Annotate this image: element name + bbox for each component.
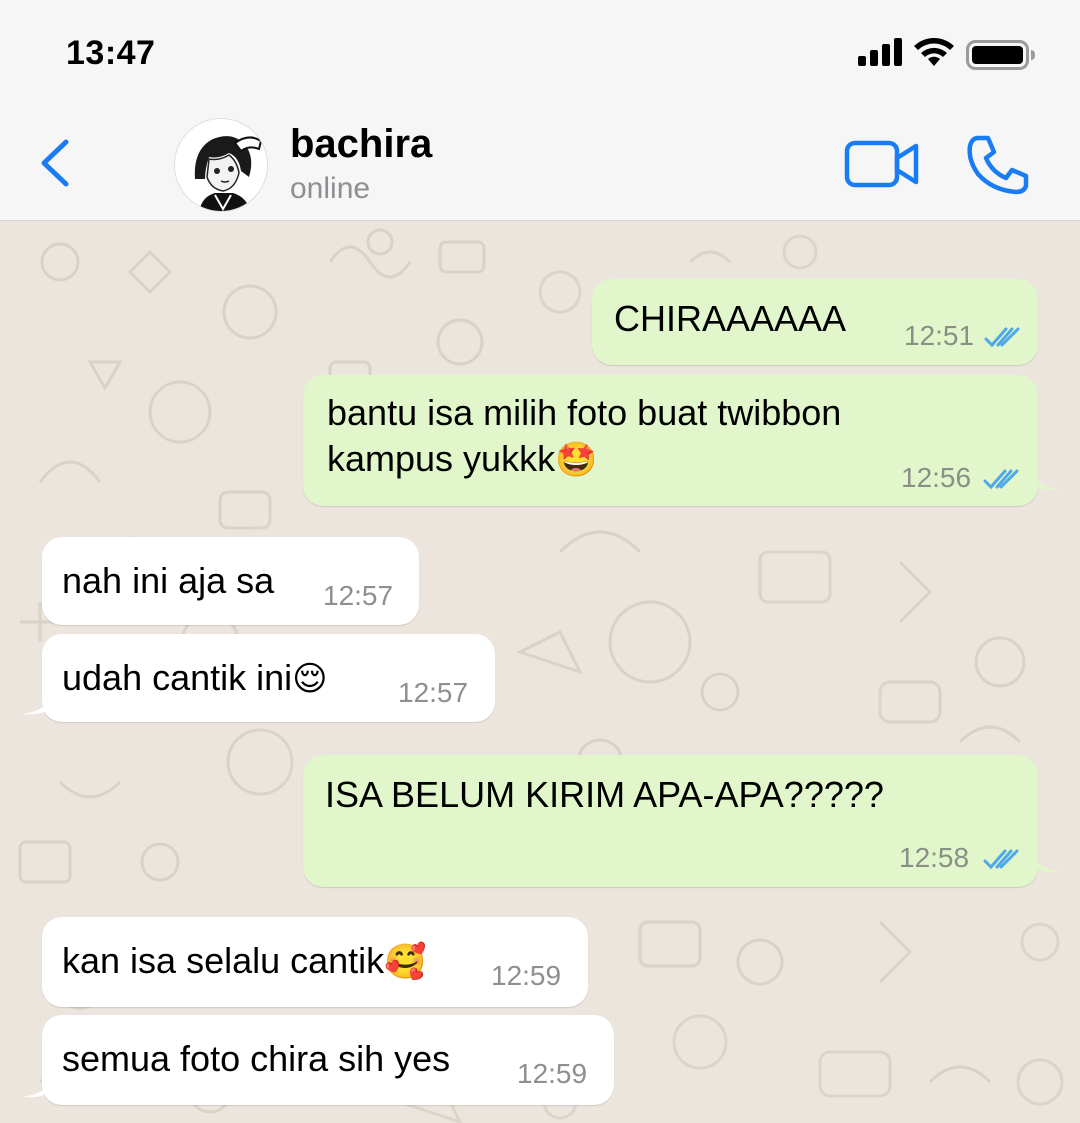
voice-call-icon[interactable] (966, 134, 1030, 196)
avatar-illustration (175, 119, 267, 211)
battery-icon (966, 40, 1035, 70)
wifi-icon (914, 38, 954, 66)
relieved-face-emoji: 😌 (292, 660, 328, 698)
smiling-face-with-hearts-emoji: 🥰 (384, 943, 427, 981)
message-text: CHIRAAAAAA (614, 298, 847, 339)
bubble-tail (22, 688, 56, 715)
outgoing-message[interactable]: ISA BELUM KIRIM APA-APA????? 12:58 (303, 755, 1038, 887)
message-text-content: kan isa selalu cantik (62, 940, 385, 981)
read-ticks-icon (984, 327, 1020, 348)
message-time: 12:58 (899, 842, 970, 873)
cellular-signal-icon (858, 38, 902, 66)
status-bar: 13:47 (0, 0, 1080, 100)
incoming-message[interactable]: kan isa selalu cantik🥰 12:59 (42, 917, 588, 1007)
message-text: udah cantik ini😌 (62, 654, 328, 702)
bubble-tail (1028, 846, 1062, 873)
incoming-message[interactable]: udah cantik ini😌 12:57 (42, 634, 495, 722)
message-time: 12:51 (904, 320, 975, 351)
contact-name[interactable]: bachira (290, 122, 432, 167)
contact-status: online (290, 172, 371, 205)
message-time: 12:57 (398, 677, 469, 708)
star-struck-emoji: 🤩 (555, 441, 598, 479)
contact-avatar[interactable] (174, 118, 268, 212)
message-text: nah ini aja sa (62, 560, 275, 601)
message-text-line-2: kampus yukkk🤩 (327, 435, 597, 483)
message-text: ISA BELUM KIRIM APA-APA????? (325, 774, 884, 815)
outgoing-message[interactable]: bantu isa milih foto buat twibbon kampus… (303, 375, 1038, 506)
outgoing-message[interactable]: CHIRAAAAAA 12:51 (592, 279, 1038, 365)
read-ticks-icon (983, 469, 1019, 490)
bubble-tail (1028, 464, 1062, 491)
read-ticks-icon (983, 849, 1019, 870)
message-text: kan isa selalu cantik🥰 (62, 937, 427, 985)
message-text: semua foto chira sih yes (62, 1038, 451, 1079)
video-call-icon[interactable] (844, 138, 920, 190)
incoming-message[interactable]: semua foto chira sih yes 12:59 (42, 1015, 614, 1105)
message-time: 12:59 (517, 1058, 588, 1089)
bubble-tail (22, 1071, 56, 1098)
message-text-content: udah cantik ini (62, 657, 293, 698)
chat-header: bachira online (0, 100, 1080, 221)
status-time: 13:47 (66, 34, 156, 72)
message-time: 12:56 (901, 462, 972, 493)
message-time: 12:59 (491, 960, 562, 991)
back-chevron-icon[interactable] (36, 138, 76, 188)
message-text-line-1: bantu isa milih foto buat twibbon (327, 392, 842, 433)
message-time: 12:57 (323, 580, 394, 611)
chat-area[interactable]: CHIRAAAAAA 12:51 bantu isa milih foto bu… (0, 222, 1080, 1123)
message-text-line-2-text: kampus yukkk (327, 438, 556, 479)
incoming-message[interactable]: nah ini aja sa 12:57 (42, 537, 419, 625)
